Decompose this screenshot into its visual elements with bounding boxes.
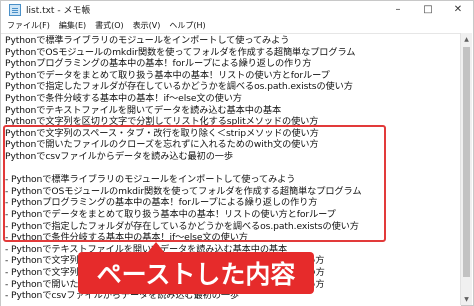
- editor-line: Pythonでテキストファイルを開いてデータを読み込む基本中の基本: [5, 104, 282, 116]
- scroll-up-arrow-icon[interactable]: ▲: [461, 33, 472, 45]
- editor-line: Pythonで標準ライブラリのモジュールをインポートして使ってみよう: [5, 35, 290, 46]
- maximize-button[interactable]: □: [413, 1, 443, 18]
- editor-line: Pythonで条件分岐する基本中の基本！if〜else文の使い方: [5, 93, 242, 104]
- menu-bar: ファイル(F) 編集(E) 書式(O) 表示(V) ヘルプ(H): [1, 18, 473, 32]
- pasted-content-callout: ペーストした内容: [78, 242, 314, 294]
- close-button[interactable]: ✕: [443, 1, 473, 18]
- pasted-content-highlight: [3, 125, 386, 242]
- menu-edit[interactable]: 編集(E): [59, 20, 86, 31]
- window-controls: – □ ✕: [383, 1, 473, 18]
- editor-line: Pythonプログラミングの基本中の基本！forループによる繰り返しの作り方: [5, 58, 312, 70]
- notepad-icon: [9, 3, 21, 16]
- minimize-button[interactable]: –: [383, 1, 413, 18]
- menu-format[interactable]: 書式(O): [95, 20, 124, 31]
- menu-view[interactable]: 表示(V): [133, 20, 161, 31]
- editor-line: PythonでOSモジュールのmkdir関数を使ってフォルダを作成する超簡単なプ…: [5, 46, 356, 58]
- editor-line: Pythonで指定したフォルダが存在しているかどうかを調べるos.path.ex…: [5, 81, 353, 93]
- scroll-thumb[interactable]: [463, 47, 470, 277]
- vertical-scrollbar[interactable]: ▲ ▼: [460, 33, 472, 305]
- scroll-down-arrow-icon[interactable]: ▼: [461, 293, 472, 305]
- menu-help[interactable]: ヘルプ(H): [169, 20, 205, 31]
- menu-file[interactable]: ファイル(F): [7, 20, 50, 31]
- callout-label: ペーストした内容: [96, 260, 296, 289]
- title-bar[interactable]: list.txt - メモ帳 – □ ✕: [1, 1, 473, 18]
- window-title: list.txt - メモ帳: [26, 6, 91, 16]
- editor-line: Pythonでデータをまとめて取り扱う基本中の基本！リストの使い方とforループ: [5, 69, 330, 81]
